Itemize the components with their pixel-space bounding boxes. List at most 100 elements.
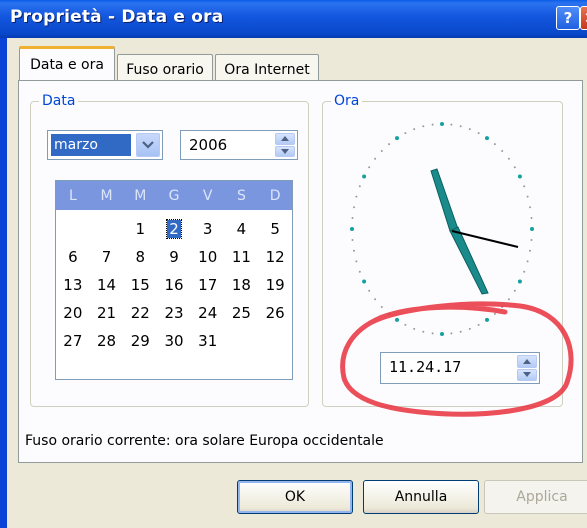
clock-minute-mark bbox=[526, 260, 529, 263]
time-up-button[interactable] bbox=[517, 355, 537, 368]
calendar-day[interactable]: 21 bbox=[90, 299, 124, 327]
calendar-day[interactable]: 14 bbox=[90, 271, 124, 299]
calendar-day[interactable]: 9 bbox=[157, 243, 191, 271]
calendar-day[interactable]: 30 bbox=[157, 327, 191, 355]
calendar-day[interactable]: 5 bbox=[258, 215, 292, 243]
clock-minute-mark bbox=[501, 150, 504, 152]
month-dropdown-button[interactable] bbox=[136, 133, 160, 157]
help-button[interactable]: ? bbox=[556, 6, 580, 30]
calendar-day[interactable]: 17 bbox=[191, 271, 225, 299]
day-number: 10 bbox=[198, 248, 218, 266]
calendar-day[interactable]: 7 bbox=[90, 243, 124, 271]
calendar-day[interactable]: 23 bbox=[157, 299, 191, 327]
current-timezone-text: Fuso orario corrente: ora solare Europa … bbox=[25, 433, 384, 449]
apply-button-label: Applica bbox=[516, 489, 568, 505]
day-number: 24 bbox=[198, 304, 218, 322]
clock-minute-mark bbox=[355, 195, 358, 198]
clock-minute-mark bbox=[353, 249, 355, 252]
analog-clock bbox=[350, 122, 534, 336]
clock-hour-mark bbox=[440, 332, 444, 336]
clock-minute-mark bbox=[459, 125, 462, 128]
calendar-day[interactable]: 28 bbox=[90, 327, 124, 355]
weekday-label: M bbox=[100, 187, 113, 204]
calendar-day[interactable]: 4 bbox=[225, 215, 259, 243]
day-number: 28 bbox=[97, 332, 117, 350]
cancel-button[interactable]: Annulla bbox=[363, 480, 479, 514]
day-number: 27 bbox=[63, 332, 83, 350]
clock-minute-mark bbox=[477, 132, 480, 135]
month-select[interactable]: marzo bbox=[47, 130, 163, 160]
clock-minute-mark bbox=[404, 323, 407, 326]
day-number: 23 bbox=[164, 304, 184, 322]
calendar-day[interactable]: 31 bbox=[191, 327, 225, 355]
clock-minute-hand bbox=[449, 226, 489, 295]
clock-minute-mark bbox=[413, 327, 416, 330]
calendar-day[interactable]: 20 bbox=[56, 299, 90, 327]
clock-minute-mark bbox=[523, 270, 526, 273]
day-number: 26 bbox=[265, 304, 285, 322]
tab-label: Fuso orario bbox=[126, 61, 204, 78]
close-button[interactable]: ✕ bbox=[580, 6, 587, 30]
calendar-day[interactable]: 26 bbox=[258, 299, 292, 327]
triangle-up-icon bbox=[523, 358, 531, 364]
clock-minute-mark bbox=[450, 123, 453, 126]
calendar-day[interactable]: 18 bbox=[225, 271, 259, 299]
clock-minute-mark bbox=[468, 327, 471, 330]
ok-button[interactable]: OK bbox=[237, 480, 353, 514]
clock-minute-mark bbox=[526, 195, 529, 198]
tab-data-e-ora[interactable]: Data e ora bbox=[19, 46, 115, 80]
year-down-button[interactable] bbox=[275, 145, 295, 157]
calendar-day[interactable]: 15 bbox=[123, 271, 157, 299]
calendar-day[interactable]: 12 bbox=[258, 243, 292, 271]
calendar-day[interactable]: 19 bbox=[258, 271, 292, 299]
clock-face-ticks bbox=[350, 122, 534, 336]
calendar-day[interactable]: 13 bbox=[56, 271, 90, 299]
calendar[interactable]: L M M G V S D 1 2 3 4 5 6 7 8 9 10 11 12… bbox=[55, 180, 293, 380]
clock-minute-mark bbox=[530, 239, 533, 241]
weekday-label: L bbox=[68, 187, 77, 204]
calendar-day[interactable]: 11 bbox=[225, 243, 259, 271]
calendar-day-selected[interactable]: 2 bbox=[157, 215, 191, 243]
day-number: 19 bbox=[265, 276, 285, 294]
calendar-day[interactable]: 10 bbox=[191, 243, 225, 271]
calendar-day[interactable]: 27 bbox=[56, 327, 90, 355]
calendar-day-empty bbox=[90, 215, 124, 243]
clock-minute-mark bbox=[513, 166, 516, 169]
day-number: 2 bbox=[166, 219, 182, 239]
day-number: 3 bbox=[202, 220, 213, 238]
time-down-button[interactable] bbox=[517, 368, 537, 381]
tab-label: Data e ora bbox=[30, 56, 104, 73]
calendar-day[interactable]: 22 bbox=[123, 299, 157, 327]
calendar-day[interactable]: 3 bbox=[191, 215, 225, 243]
clock-minute-mark bbox=[358, 270, 361, 273]
calendar-day[interactable]: 24 bbox=[191, 299, 225, 327]
day-number: 16 bbox=[164, 276, 184, 294]
day-number: 20 bbox=[63, 304, 83, 322]
title-bar[interactable]: Proprietà - Data e ora ? ✕ bbox=[0, 0, 587, 38]
triangle-down-icon bbox=[523, 372, 531, 378]
calendar-day[interactable]: 25 bbox=[225, 299, 259, 327]
triangle-down-icon bbox=[281, 148, 289, 154]
calendar-day[interactable]: 29 bbox=[123, 327, 157, 355]
clock-hour-mark bbox=[485, 136, 489, 141]
calendar-day[interactable]: 16 bbox=[157, 271, 191, 299]
day-number: 12 bbox=[265, 248, 285, 266]
clock-hour-mark bbox=[517, 174, 522, 179]
calendar-day[interactable]: 8 bbox=[123, 243, 157, 271]
calendar-day[interactable]: 1 bbox=[123, 215, 157, 243]
clock-minute-mark bbox=[422, 330, 425, 333]
day-number: 22 bbox=[130, 304, 150, 322]
date-group-label: Data bbox=[39, 92, 79, 110]
calendar-day-empty bbox=[225, 327, 259, 355]
time-stepper[interactable]: 11.24.17 bbox=[380, 352, 540, 384]
clock-hour-mark bbox=[395, 136, 399, 141]
calendar-day[interactable]: 6 bbox=[56, 243, 90, 271]
clock-hour-mark bbox=[350, 227, 354, 231]
year-up-button[interactable] bbox=[275, 133, 295, 145]
clock-minute-mark bbox=[450, 332, 453, 335]
clock-minute-mark bbox=[380, 306, 383, 308]
clock-minute-mark bbox=[507, 298, 510, 301]
year-stepper[interactable]: 2006 bbox=[180, 130, 298, 160]
clock-minute-mark bbox=[513, 289, 516, 292]
day-number: 1 bbox=[135, 220, 146, 238]
